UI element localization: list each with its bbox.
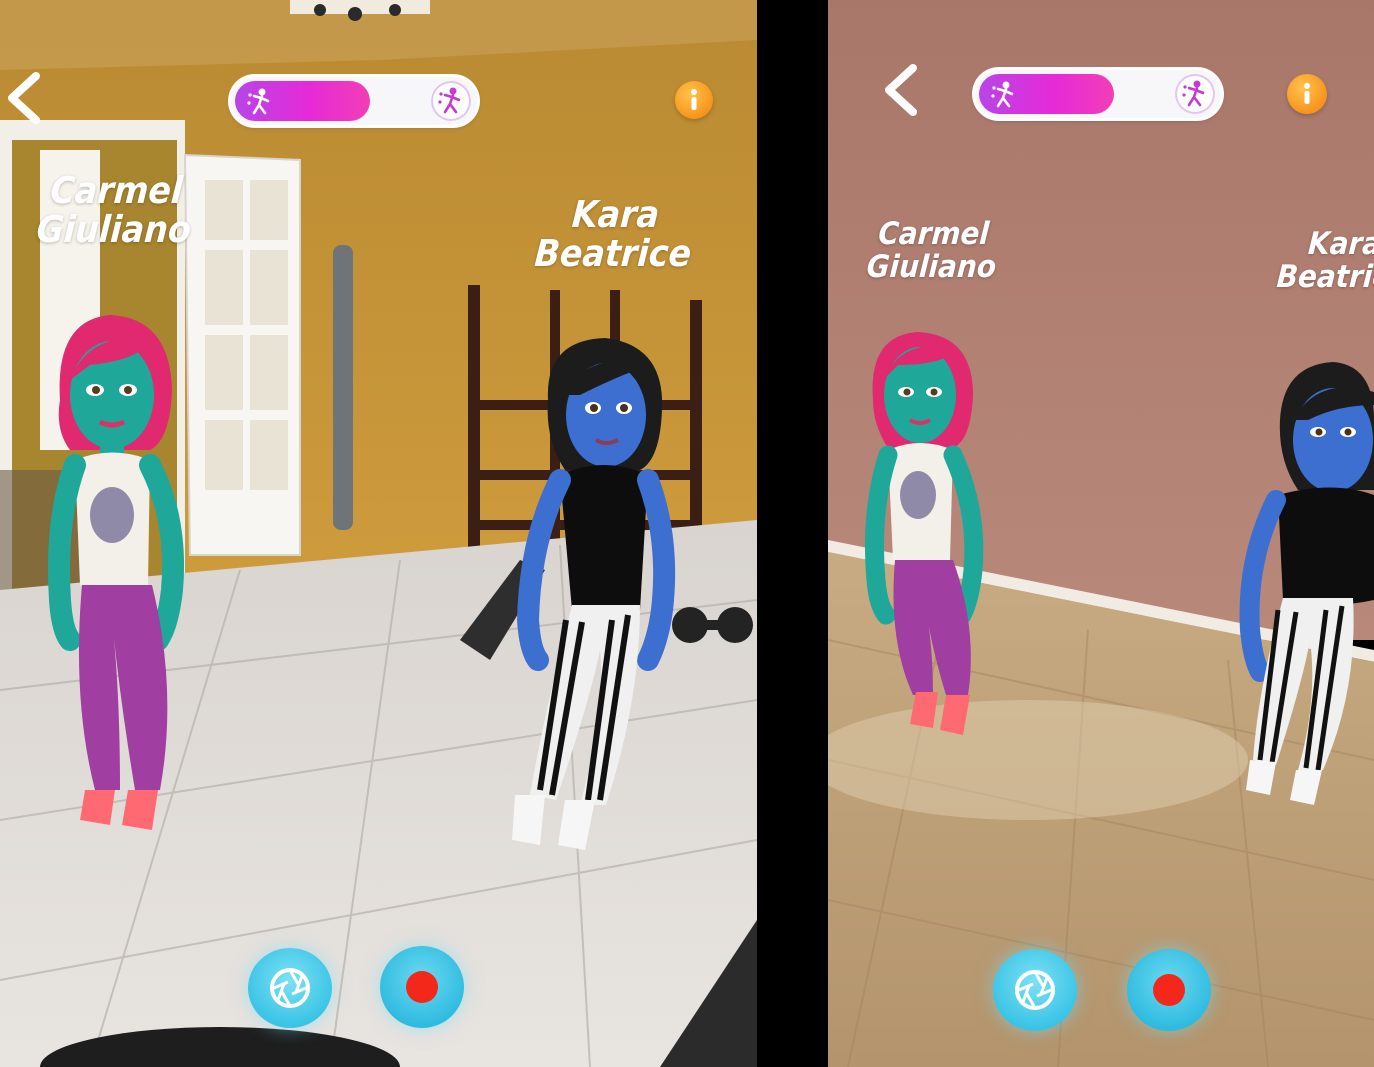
avatar-left-name: Carmel Giuliano (35, 169, 193, 251)
info-button[interactable] (1287, 74, 1327, 114)
camera-shutter-icon (270, 968, 310, 1008)
info-button[interactable] (675, 81, 713, 119)
avatar-right-name: Kara Beatrice (533, 193, 693, 275)
photo-capture-button[interactable] (248, 948, 332, 1028)
dancer-icon (247, 88, 270, 115)
record-icon (1153, 974, 1185, 1006)
dance-progress-bar[interactable] (231, 77, 477, 125)
record-icon (406, 971, 438, 1003)
chevron-left-icon (885, 64, 917, 116)
ar-screen-studio: Carmel Giuliano Kara Beatrice (828, 0, 1374, 1067)
dancer-icon (991, 81, 1014, 108)
dance-progress-bar[interactable] (975, 70, 1221, 118)
back-button[interactable] (879, 62, 923, 118)
avatar-left-name: Carmel Giuliano (865, 216, 998, 285)
record-video-button[interactable] (1127, 949, 1211, 1031)
photo-capture-button[interactable] (993, 949, 1077, 1031)
dancer-end-icon (1175, 74, 1215, 114)
back-button[interactable] (2, 70, 46, 126)
camera-shutter-icon (1015, 970, 1055, 1010)
avatar-right-name: Kara Beatrice (1275, 226, 1374, 295)
record-video-button[interactable] (380, 946, 464, 1028)
ar-camera-view (828, 0, 1374, 1067)
info-icon (1304, 83, 1310, 104)
ar-camera-view (0, 0, 757, 1067)
info-icon (691, 89, 697, 110)
chevron-left-icon (8, 72, 40, 124)
dancer-end-icon (431, 81, 471, 121)
french-door (183, 153, 301, 556)
ar-screen-home: Carmel Giuliano Kara Beatrice (0, 0, 757, 1067)
